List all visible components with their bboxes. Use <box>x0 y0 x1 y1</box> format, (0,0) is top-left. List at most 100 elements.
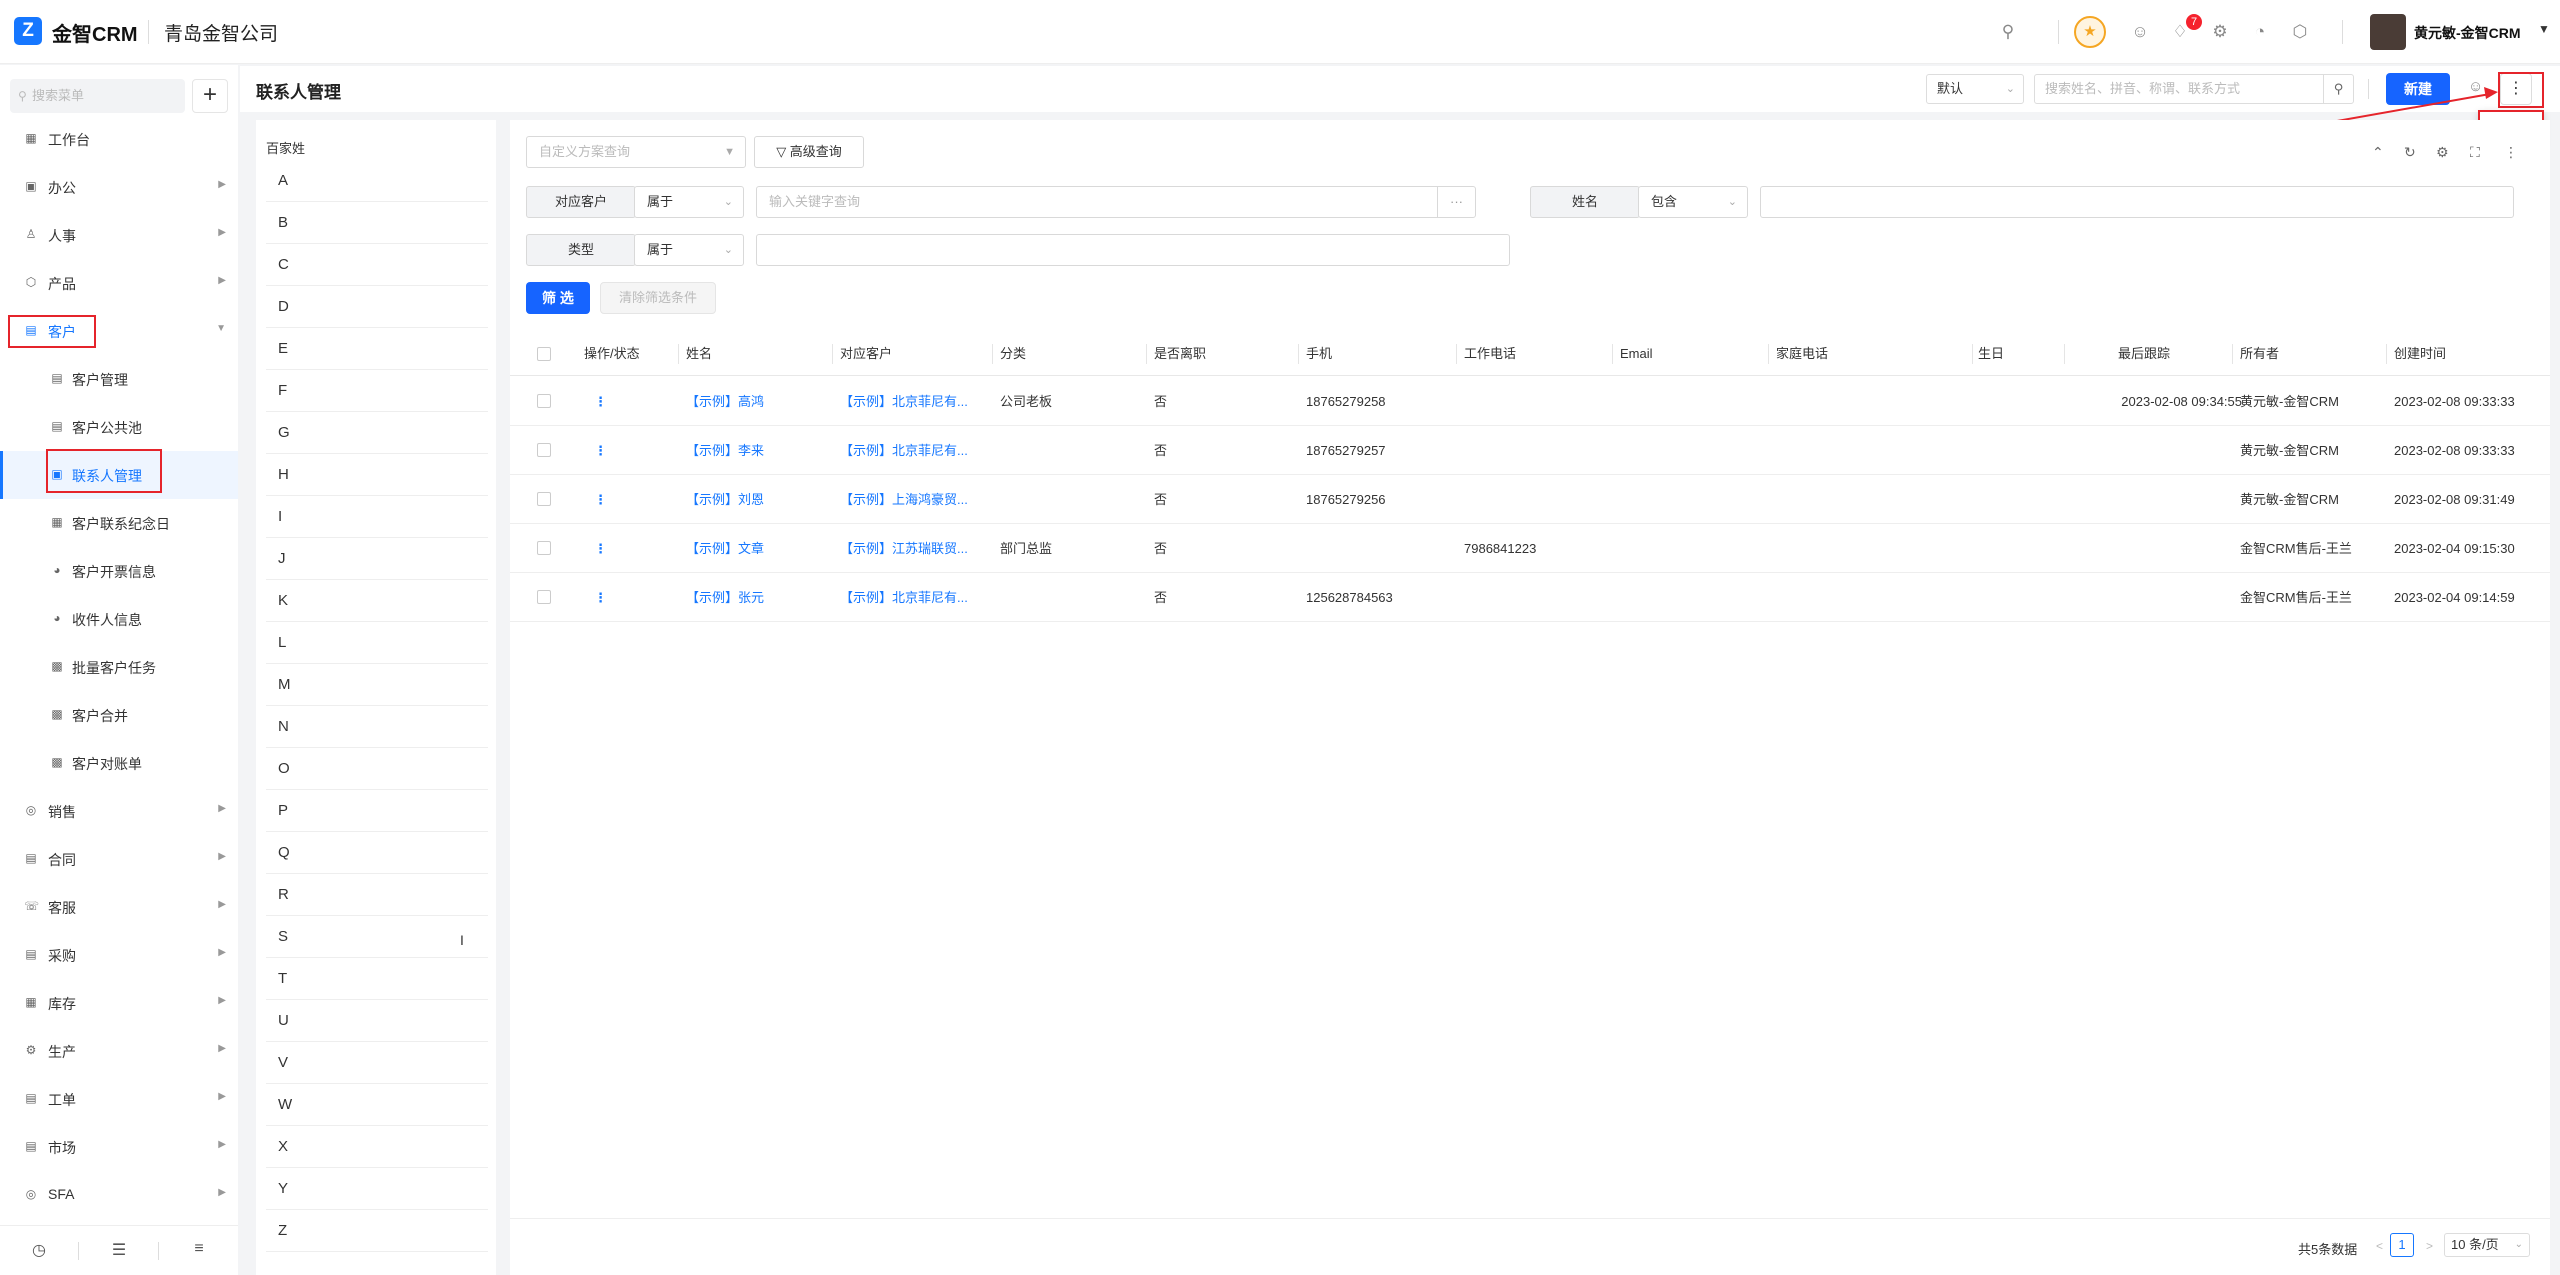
cell-last-track <box>2070 573 2242 622</box>
type-filter-input[interactable] <box>756 234 1510 266</box>
surname-letter-n[interactable]: N <box>266 706 488 748</box>
row-checkbox[interactable] <box>537 394 551 408</box>
column-header[interactable]: 是否离职 <box>1154 332 1206 376</box>
column-header[interactable]: 最后跟踪 <box>2118 332 2170 376</box>
next-page-icon[interactable]: > <box>2426 1239 2433 1253</box>
row-checkbox[interactable] <box>537 590 551 604</box>
cell-customer[interactable]: 【示例】江苏瑞联贸... <box>840 524 968 573</box>
type-operator-select[interactable]: 属于 ⌄ <box>634 234 744 266</box>
cell-last-track <box>2070 475 2242 524</box>
row-checkbox[interactable] <box>537 541 551 555</box>
surname-letter-v[interactable]: V <box>266 1042 488 1084</box>
type-filter-label: 类型 <box>526 234 636 266</box>
column-header[interactable]: 对应客户 <box>840 332 892 376</box>
surname-letter-k[interactable]: K <box>266 580 488 622</box>
cell-name[interactable]: 【示例】刘恩 <box>686 475 764 524</box>
table-row[interactable]: ⋮ 【示例】张元 【示例】北京菲尼有... 否 125628784563 金智CRM售后-… <box>510 573 2550 622</box>
row-checkbox[interactable] <box>537 492 551 506</box>
cell-customer[interactable]: 【示例】北京菲尼有... <box>840 426 968 475</box>
column-header[interactable]: 创建时间 <box>2394 332 2446 376</box>
surname-letter-r[interactable]: R <box>266 874 488 916</box>
cell-created: 2023-02-08 09:33:33 <box>2394 394 2515 409</box>
table-row[interactable]: ⋮ 【示例】刘恩 【示例】上海鸿豪贸... 否 18765279256 黄元敏-金智CRM… <box>510 475 2550 524</box>
surname-letter-s[interactable]: S <box>266 916 488 958</box>
surname-letter-b[interactable]: B <box>266 202 488 244</box>
surname-letter-a[interactable]: A <box>266 160 488 202</box>
column-header[interactable]: 操作/状态 <box>584 332 640 376</box>
row-actions-button[interactable]: ⋮ <box>594 377 607 426</box>
surname-letter-i[interactable]: I <box>266 496 488 538</box>
surname-letter-g[interactable]: G <box>266 412 488 454</box>
surname-letter-e[interactable]: E <box>266 328 488 370</box>
customer-operator-select[interactable]: 属于 ⌄ <box>634 186 744 218</box>
column-header[interactable]: 姓名 <box>686 332 712 376</box>
filter-button[interactable]: 筛 选 <box>526 282 590 314</box>
settings-icon[interactable]: ⚙ <box>2436 144 2449 161</box>
table-row[interactable]: ⋮ 【示例】文章 【示例】江苏瑞联贸... 部门总监 否 7986841223 金智CRM售… <box>510 524 2550 573</box>
surname-letter-y[interactable]: Y <box>266 1168 488 1210</box>
column-header[interactable]: 生日 <box>1978 332 2004 376</box>
name-filter-input[interactable] <box>1760 186 2514 218</box>
more-vertical-icon[interactable]: ⋮ <box>2504 144 2518 161</box>
surname-letter-p[interactable]: P <box>266 790 488 832</box>
customer-keyword-input[interactable]: 输入关键字查询 ··· <box>756 186 1476 218</box>
clear-filter-button[interactable]: 清除筛选条件 <box>600 282 716 314</box>
name-operator-select[interactable]: 包含 ⌄ <box>1638 186 1748 218</box>
row-actions-button[interactable]: ⋮ <box>594 524 607 573</box>
row-actions-button[interactable]: ⋮ <box>594 573 607 622</box>
column-divider <box>2386 344 2387 364</box>
surname-letter-j[interactable]: J <box>266 538 488 580</box>
customer-filter-label: 对应客户 <box>526 186 636 218</box>
cell-created: 2023-02-08 09:33:33 <box>2394 443 2515 458</box>
table-row[interactable]: ⋮ 【示例】李来 【示例】北京菲尼有... 否 18765279257 黄元敏-金智CRM… <box>510 426 2550 475</box>
cell-last-track <box>2070 426 2242 475</box>
cell-name[interactable]: 【示例】张元 <box>686 573 764 622</box>
column-header[interactable]: 分类 <box>1000 332 1026 376</box>
row-checkbox[interactable] <box>537 443 551 457</box>
cell-customer[interactable]: 【示例】上海鸿豪贸... <box>840 475 968 524</box>
cell-name[interactable]: 【示例】高鸿 <box>686 377 764 426</box>
column-header[interactable]: 家庭电话 <box>1776 332 1828 376</box>
select-all-checkbox[interactable] <box>537 347 551 361</box>
page-size-select[interactable]: 10 条/页 ⌄ <box>2444 1233 2530 1257</box>
ellipsis-button[interactable]: ··· <box>1437 187 1475 217</box>
column-header[interactable]: Email <box>1620 332 1653 376</box>
surname-letter-o[interactable]: O <box>266 748 488 790</box>
scheme-select[interactable]: 自定义方案查询 ▼ <box>526 136 746 168</box>
surname-letter-c[interactable]: C <box>266 244 488 286</box>
surname-letter-l[interactable]: L <box>266 622 488 664</box>
surname-letter-m[interactable]: M <box>266 664 488 706</box>
collapse-up-icon[interactable]: ⌃ <box>2372 144 2384 161</box>
row-actions-button[interactable]: ⋮ <box>594 475 607 524</box>
refresh-icon[interactable]: ↻ <box>2404 144 2416 161</box>
surname-letter-q[interactable]: Q <box>266 832 488 874</box>
column-header[interactable]: 所有者 <box>2240 332 2279 376</box>
surname-letter-t[interactable]: T <box>266 958 488 1000</box>
fullscreen-icon[interactable]: ⛶ <box>2470 144 2480 161</box>
cell-name[interactable]: 【示例】李来 <box>686 426 764 475</box>
page-number[interactable]: 1 <box>2390 1233 2414 1257</box>
cell-owner: 黄元敏-金智CRM <box>2240 394 2339 409</box>
cell-owner: 金智CRM售后-王兰 <box>2240 590 2352 605</box>
surname-letter-h[interactable]: H <box>266 454 488 496</box>
column-header[interactable]: 工作电话 <box>1464 332 1516 376</box>
advanced-search-button[interactable]: ▽ 高级查询 <box>754 136 864 168</box>
row-actions-button[interactable]: ⋮ <box>594 426 607 475</box>
cell-customer[interactable]: 【示例】北京菲尼有... <box>840 377 968 426</box>
cell-name[interactable]: 【示例】文章 <box>686 524 764 573</box>
surname-letter-u[interactable]: U <box>266 1000 488 1042</box>
column-header[interactable]: 手机 <box>1306 332 1332 376</box>
surname-letter-w[interactable]: W <box>266 1084 488 1126</box>
surname-letter-d[interactable]: D <box>266 286 488 328</box>
table-row[interactable]: ⋮ 【示例】高鸿 【示例】北京菲尼有... 公司老板 否 18765279258 2023-… <box>510 377 2550 426</box>
surname-letter-x[interactable]: X <box>266 1126 488 1168</box>
cell-customer[interactable]: 【示例】北京菲尼有... <box>840 573 968 622</box>
surname-letter-z[interactable]: Z <box>266 1210 488 1252</box>
cell-work-phone: 7986841223 <box>1464 541 1537 556</box>
cell-created: 2023-02-04 09:14:59 <box>2394 590 2515 605</box>
surname-index-panel: 百家姓 ABCDEFGHIJKLMNOPQRSTUVWXYZ I <box>256 120 496 1275</box>
surname-letter-f[interactable]: F <box>266 370 488 412</box>
prev-page-icon[interactable]: < <box>2376 1239 2383 1253</box>
main-panel: 自定义方案查询 ▼ ▽ 高级查询 ⌃ ↻ ⚙ ⛶ ⋮ 对应客户 属于 ⌄ 输入关键字… <box>510 120 2550 1275</box>
customer-keyword-placeholder: 输入关键字查询 <box>769 194 861 209</box>
